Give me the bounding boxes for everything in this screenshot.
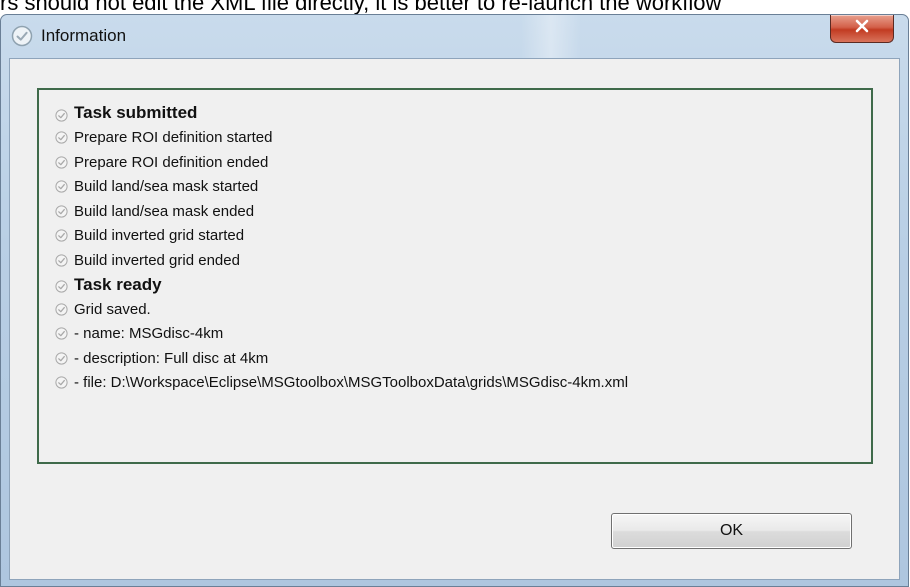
log-item: Build inverted grid ended [55,248,628,273]
information-dialog: Information Task submitted Prepare ROI de… [0,14,909,587]
log-item-text: - file: D:\Workspace\Eclipse\MSGtoolbox\… [74,374,629,392]
check-circle-icon [55,254,68,267]
log-item-text: Prepare ROI definition ended [74,153,269,171]
check-circle-icon [55,107,68,122]
check-circle-icon [55,229,68,242]
log-item-text: Build land/sea mask started [74,178,259,196]
log-item-text: Build land/sea mask ended [74,202,255,220]
check-circle-icon [55,303,68,316]
log-item: Build land/sea mask started [55,175,628,200]
background-text: rs should not edit the XML file directly… [0,0,722,15]
log-panel: Task submitted Prepare ROI definition sta… [37,88,873,464]
check-circle-icon [55,278,68,293]
close-button[interactable] [830,15,894,43]
log-item: - description: Full disc at 4km [55,346,628,371]
check-circle-icon [55,352,68,365]
log-item: Prepare ROI definition ended [55,150,628,175]
log-item: - file: D:\Workspace\Eclipse\MSGtoolbox\… [55,371,628,396]
check-circle-icon [55,156,68,169]
ok-button[interactable]: OK [611,513,852,549]
log-item-text: Build inverted grid started [74,227,245,245]
log-item-text: Task submitted [74,103,198,123]
log-item: Grid saved. [55,297,628,322]
check-circle-icon [55,131,68,144]
check-circle-icon [55,180,68,193]
log-item-text: Prepare ROI definition started [74,129,273,147]
dialog-title: Information [41,26,127,45]
log-item: Prepare ROI definition started [55,126,628,151]
log-item-text: Build inverted grid ended [74,251,240,269]
log-item: Task ready [55,273,628,298]
log-item-text: Grid saved. [74,300,151,318]
check-circle-icon [55,376,68,389]
title-bar[interactable]: Information [1,15,908,58]
check-circle-icon [55,327,68,340]
log-item: Build inverted grid started [55,224,628,249]
log-list: Task submitted Prepare ROI definition sta… [55,101,628,395]
log-item-text: - description: Full disc at 4km [74,349,269,367]
check-circle-icon [55,205,68,218]
log-item: - name: MSGdisc-4km [55,322,628,347]
dialog-body: Task submitted Prepare ROI definition sta… [9,58,900,580]
log-item: Build land/sea mask ended [55,199,628,224]
log-item-text: - name: MSGdisc-4km [74,325,224,343]
check-circle-icon [11,25,33,47]
close-icon [854,19,870,38]
log-item-text: Task ready [74,274,162,294]
screen: rs should not edit the XML file directly… [0,0,910,587]
log-item: Task submitted [55,101,628,126]
